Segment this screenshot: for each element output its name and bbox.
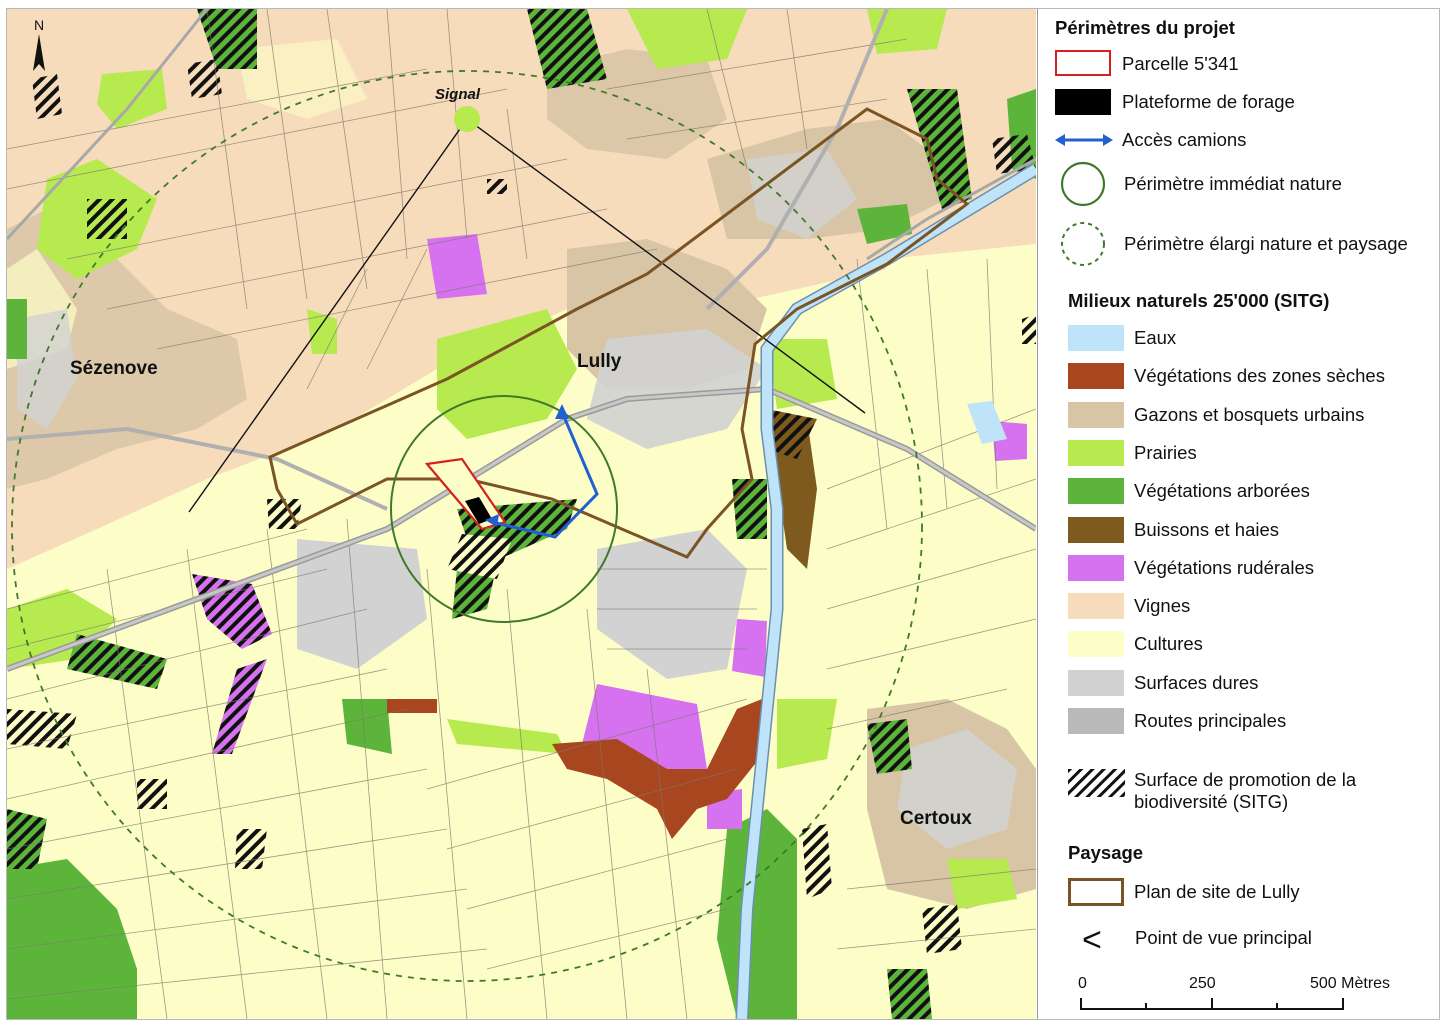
legend-biodiversite: Surface de promotion de la biodiversité … — [1134, 769, 1357, 812]
plateforme-symbol — [1055, 89, 1111, 115]
milieu-label: Buissons et haies — [1134, 518, 1280, 540]
milieu-label: Végétations rudérales — [1134, 556, 1314, 578]
biodiversite — [1022, 314, 1036, 344]
biodiversite — [922, 904, 962, 954]
scale-label-zero: 0 — [1078, 975, 1087, 992]
legend-perim-immediat: Périmètre immédiat nature — [1124, 173, 1342, 194]
milieu-label: Gazons et bosquets urbains — [1134, 403, 1365, 425]
biodiversite-hatch-icon — [1068, 769, 1125, 797]
biodiversite — [887, 969, 932, 1019]
milieu-swatch — [1068, 478, 1124, 505]
north-label: N — [34, 17, 44, 33]
milieu-label: Vignes — [1134, 595, 1191, 617]
plan-site-symbol — [1068, 878, 1124, 906]
biodiversite — [732, 479, 767, 539]
milieu-swatch — [1068, 363, 1124, 390]
map-svg: Sézenove Lully Certoux Signal N — [7, 9, 1036, 1019]
milieu-label: Surfaces dures — [1134, 671, 1259, 693]
milieu-label: Cultures — [1134, 633, 1203, 655]
biodiversite — [802, 824, 832, 899]
milieu-label: Eaux — [1134, 327, 1177, 348]
milieu-swatch — [1068, 593, 1124, 620]
biodiversite — [32, 74, 62, 119]
point-vue-icon: < — [1082, 921, 1102, 959]
milieu-swatch — [1068, 325, 1124, 351]
legend-plateforme: Plateforme de forage — [1122, 91, 1295, 112]
milieu-swatch — [1068, 554, 1124, 581]
milieu-label: Prairies — [1134, 441, 1197, 463]
biodiversite — [187, 59, 222, 99]
prairie — [767, 339, 837, 409]
perimetre-elargi-icon — [1061, 222, 1105, 266]
biodiversite — [487, 179, 507, 194]
milieu-label: Végétations des zones sèches — [1134, 365, 1385, 387]
biodiversite — [87, 199, 127, 239]
signal-point — [454, 106, 480, 132]
milieu-swatch — [1068, 516, 1124, 543]
legend-plan-site: Plan de site de Lully — [1134, 881, 1300, 902]
legend-section-paysage: Paysage — [1068, 842, 1144, 863]
arboree — [7, 299, 27, 359]
label-lully: Lully — [577, 351, 622, 372]
legend-panel: Périmètres du projet Parcelle 5'341 Plat… — [1037, 9, 1439, 1019]
milieu-swatch — [1068, 401, 1124, 428]
scale-bar — [1080, 998, 1344, 1010]
milieu-swatch — [1068, 708, 1124, 734]
milieu-swatch — [1068, 439, 1124, 466]
legend-parcelle: Parcelle 5'341 — [1122, 53, 1239, 74]
map-canvas[interactable]: Sézenove Lully Certoux Signal N — [7, 9, 1036, 1019]
legend-section-projet: Périmètres du projet — [1055, 17, 1235, 38]
legend-acces: Accès camions — [1122, 129, 1247, 150]
label-sezenove: Sézenove — [70, 358, 158, 379]
label-certoux: Certoux — [900, 808, 972, 829]
ruderale — [732, 619, 767, 677]
legend-perim-elargi: Périmètre élargi nature et paysage — [1124, 233, 1408, 254]
acces-arrow-icon — [1055, 134, 1113, 146]
milieu-swatch — [1068, 631, 1124, 658]
biodiversite — [235, 829, 267, 869]
perimetre-immediat-icon — [1060, 161, 1106, 207]
milieu-label: Routes principales — [1134, 710, 1287, 731]
legend-section-milieux: Milieux naturels 25'000 (SITG) — [1068, 290, 1330, 311]
zone-seche-small — [387, 699, 437, 713]
label-signal: Signal — [435, 86, 481, 103]
scale-label-mid: 250 — [1189, 975, 1216, 992]
parcelle-symbol — [1055, 50, 1111, 76]
biodiversite — [137, 779, 167, 809]
milieu-swatch — [1068, 669, 1124, 696]
milieu-label: Végétations arborées — [1134, 480, 1310, 502]
scale-label-end: 500 Mètres — [1310, 975, 1391, 992]
legend-point-vue: Point de vue principal — [1135, 927, 1312, 948]
